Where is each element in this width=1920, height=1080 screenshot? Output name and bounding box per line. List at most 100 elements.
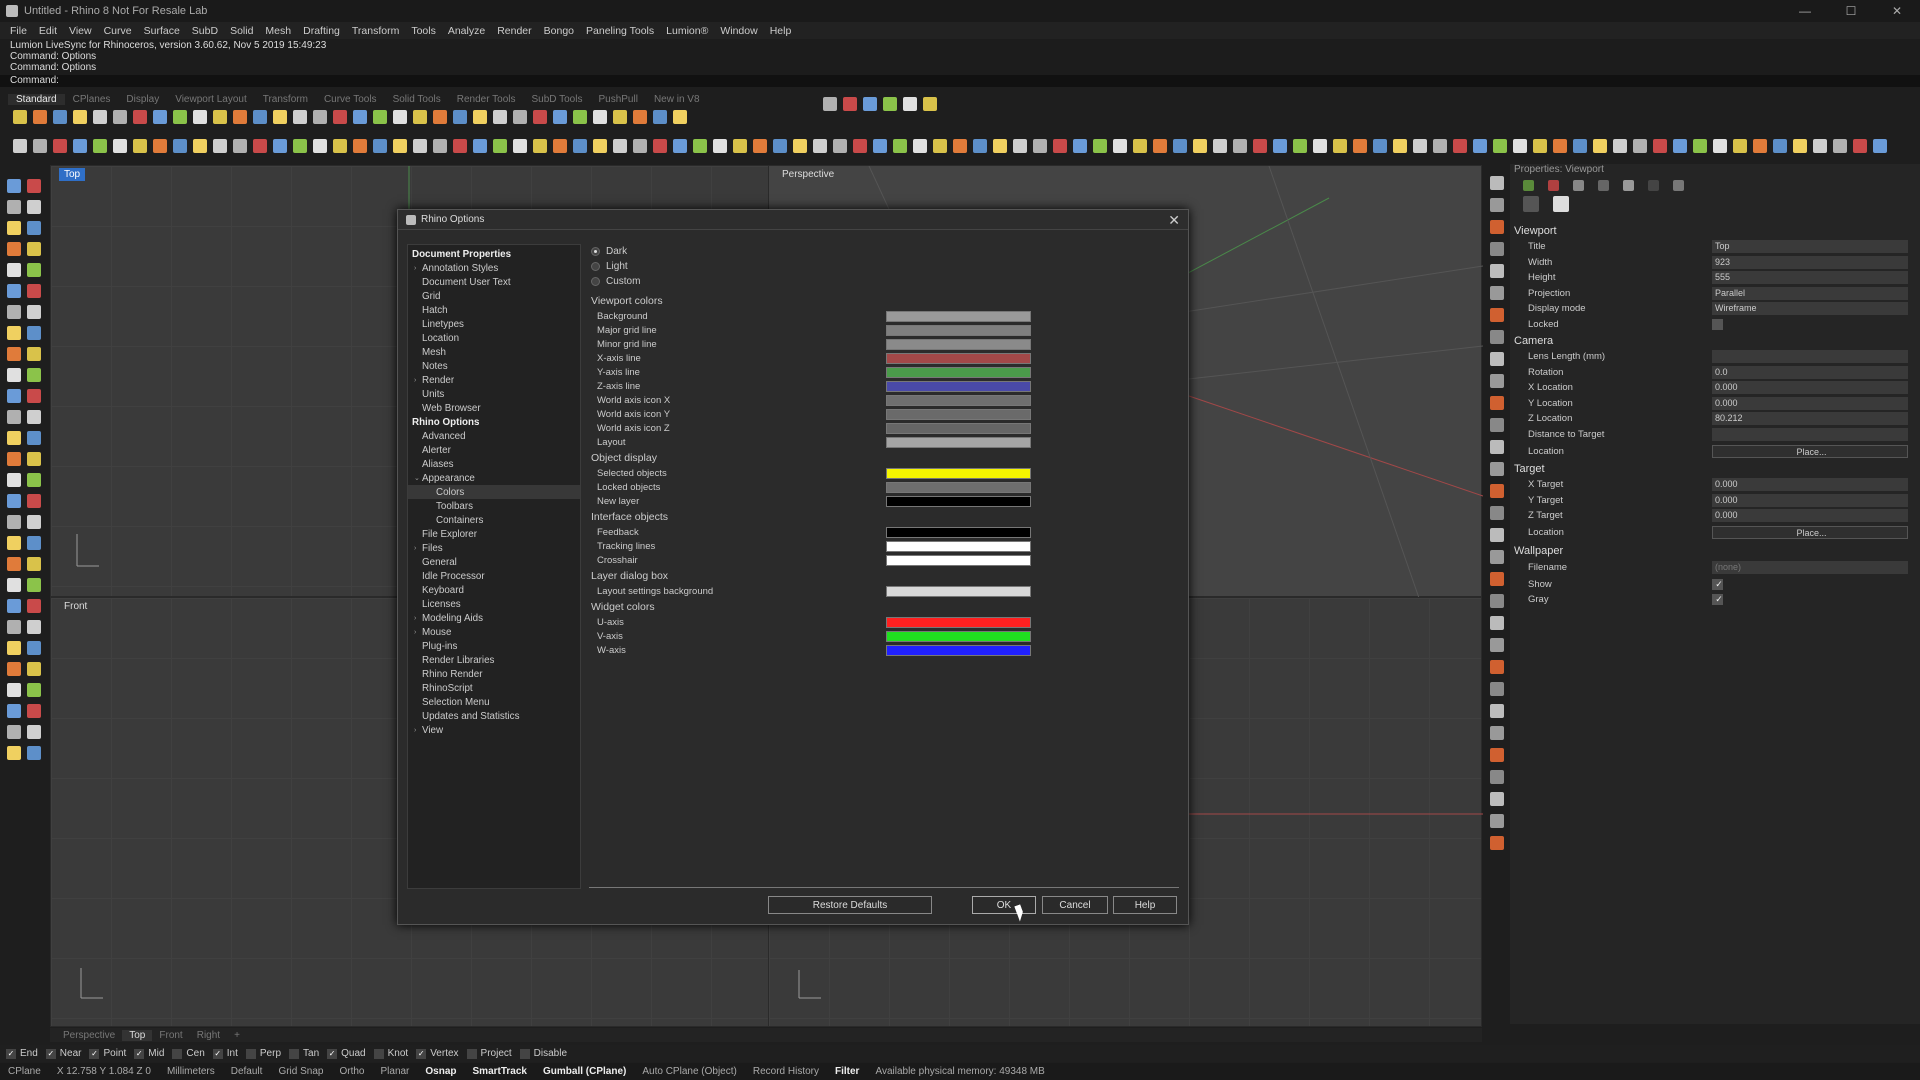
toolbar-tool-icon[interactable] <box>1673 139 1687 153</box>
toolbar-tool-icon[interactable] <box>373 139 387 153</box>
prop-value-field[interactable]: 0.000 <box>1712 396 1908 410</box>
toolbar-tool-icon[interactable] <box>413 139 427 153</box>
menu-item-render[interactable]: Render <box>491 25 537 37</box>
osnap-checkbox[interactable] <box>466 1048 477 1059</box>
panel-icon[interactable] <box>1490 792 1504 806</box>
tree-item-document-properties[interactable]: Document Properties <box>408 247 580 261</box>
prop-value-field[interactable] <box>1712 350 1908 364</box>
toolbar-tool-icon[interactable] <box>53 139 67 153</box>
help-button[interactable]: Help <box>1113 896 1177 914</box>
osnap-checkbox[interactable]: ✓ <box>327 1048 338 1059</box>
ok-button[interactable]: OK <box>972 896 1036 914</box>
osnap-checkbox[interactable]: ✓ <box>89 1048 100 1059</box>
toolbar-tool-icon[interactable] <box>1073 139 1087 153</box>
toolbar-tool-icon[interactable] <box>913 139 927 153</box>
toolbar-tool-icon[interactable] <box>233 110 247 124</box>
toolbar-tool-icon[interactable] <box>1013 139 1027 153</box>
sidebar-tool-icon[interactable] <box>7 536 21 550</box>
tree-item-linetypes[interactable]: Linetypes <box>408 317 580 331</box>
toolbar-tool-icon[interactable] <box>733 139 747 153</box>
tree-expand-icon[interactable]: › <box>414 377 416 384</box>
toolbar-tool-icon[interactable] <box>593 110 607 124</box>
toolbar-tool-icon[interactable] <box>193 139 207 153</box>
light-icon[interactable] <box>1598 179 1609 191</box>
cplane-label[interactable]: CPlane <box>0 1066 49 1077</box>
toolbar-tool-icon[interactable] <box>1853 139 1867 153</box>
tree-item-location[interactable]: Location <box>408 331 580 345</box>
toolbar-tool-icon[interactable] <box>883 97 897 111</box>
sidebar-tool-icon[interactable] <box>27 179 41 193</box>
prop-value-field[interactable]: 0.000 <box>1712 509 1908 523</box>
osnap-cen[interactable]: Cen <box>172 1048 205 1059</box>
toolbar-tool-icon[interactable] <box>453 139 467 153</box>
osnap-checkbox[interactable]: ✓ <box>45 1048 56 1059</box>
toolbar-tool-icon[interactable] <box>33 139 47 153</box>
panel-icon[interactable] <box>1490 374 1504 388</box>
toolbar-tool-icon[interactable] <box>1253 139 1267 153</box>
toolbar-tool-icon[interactable] <box>1693 139 1707 153</box>
toolbar-tool-icon[interactable] <box>933 139 947 153</box>
sidebar-tool-icon[interactable] <box>27 305 41 319</box>
toolbar-tool-icon[interactable] <box>773 139 787 153</box>
toolbar-tool-icon[interactable] <box>493 139 507 153</box>
toolbar-tool-icon[interactable] <box>1273 139 1287 153</box>
sidebar-tool-icon[interactable] <box>7 578 21 592</box>
toolbar-tab[interactable]: Display <box>118 94 167 105</box>
toolbar-tool-icon[interactable] <box>173 110 187 124</box>
toolbar-tool-icon[interactable] <box>173 139 187 153</box>
tree-expand-icon[interactable]: › <box>414 727 416 734</box>
toolbar-tool-icon[interactable] <box>13 139 27 153</box>
viewport-tab[interactable]: Front <box>152 1030 189 1041</box>
menu-item-window[interactable]: Window <box>714 25 763 37</box>
sidebar-tool-icon[interactable] <box>7 221 21 235</box>
sidebar-tool-icon[interactable] <box>7 641 21 655</box>
panel-icon[interactable] <box>1490 770 1504 784</box>
menu-item-help[interactable]: Help <box>764 25 798 37</box>
tree-item-idle-processor[interactable]: Idle Processor <box>408 569 580 583</box>
toolbar-tool-icon[interactable] <box>973 139 987 153</box>
panel-icon[interactable] <box>1490 836 1504 850</box>
osnap-end[interactable]: ✓ End <box>6 1048 38 1059</box>
viewport-perspective-label[interactable]: Perspective <box>777 168 839 181</box>
sidebar-tool-icon[interactable] <box>7 683 21 697</box>
panel-icon[interactable] <box>1490 638 1504 652</box>
toolbar-tool-icon[interactable] <box>573 139 587 153</box>
show-checkbox[interactable]: ✓ <box>1712 578 1723 590</box>
sidebar-tool-icon[interactable] <box>7 599 21 613</box>
osnap-perp[interactable]: Perp <box>245 1048 281 1059</box>
color-swatch[interactable] <box>886 352 1031 364</box>
tree-item-toolbars[interactable]: Toolbars <box>408 499 580 513</box>
toolbar-tool-icon[interactable] <box>1613 139 1627 153</box>
panel-icon[interactable] <box>1490 594 1504 608</box>
toolbar-tool-icon[interactable] <box>473 139 487 153</box>
toolbar-tool-icon[interactable] <box>33 110 47 124</box>
prop-value-field[interactable]: 555 <box>1712 271 1908 285</box>
sidebar-tool-icon[interactable] <box>27 515 41 529</box>
toolbar-tool-icon[interactable] <box>1773 139 1787 153</box>
toolbar-tool-icon[interactable] <box>1733 139 1747 153</box>
osnap-int[interactable]: ✓ Int <box>212 1048 238 1059</box>
sidebar-tool-icon[interactable] <box>7 704 21 718</box>
osnap-checkbox[interactable]: ✓ <box>134 1048 145 1059</box>
tree-item-mesh[interactable]: Mesh <box>408 345 580 359</box>
color-swatch[interactable] <box>886 481 1031 493</box>
tree-item-grid[interactable]: Grid <box>408 289 580 303</box>
toolbar-tool-icon[interactable] <box>253 110 267 124</box>
sidebar-tool-icon[interactable] <box>7 515 21 529</box>
panel-icon[interactable] <box>1490 308 1504 322</box>
panel-icon[interactable] <box>1490 286 1504 300</box>
tree-item-units[interactable]: Units <box>408 387 580 401</box>
grid-icon[interactable] <box>1648 179 1659 191</box>
toolbar-tool-icon[interactable] <box>133 139 147 153</box>
toolbar-tab[interactable]: Render Tools <box>449 94 524 105</box>
color-swatch[interactable] <box>886 338 1031 350</box>
tree-expand-icon[interactable]: › <box>414 265 416 272</box>
toolbar-tool-icon[interactable] <box>513 139 527 153</box>
tree-item-modeling-aids[interactable]: › Modeling Aids <box>408 611 580 625</box>
panel-icon[interactable] <box>1490 330 1504 344</box>
tree-item-updates-and-statistics[interactable]: Updates and Statistics <box>408 709 580 723</box>
osnap-vertex[interactable]: ✓ Vertex <box>416 1048 459 1059</box>
sidebar-tool-icon[interactable] <box>27 494 41 508</box>
toolbar-tool-icon[interactable] <box>1593 139 1607 153</box>
viewport-tab[interactable]: Right <box>190 1030 227 1041</box>
